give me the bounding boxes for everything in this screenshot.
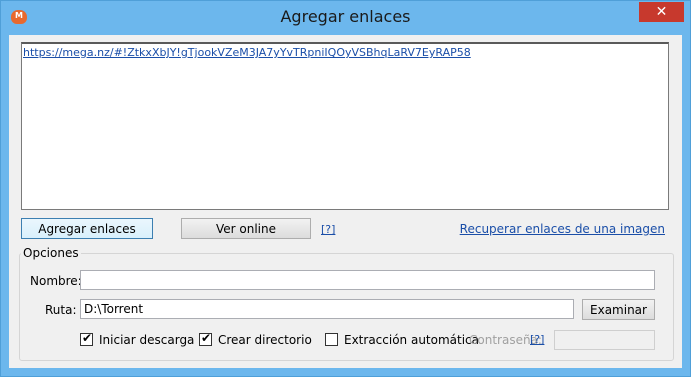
password-help-link[interactable]: [?] [530,333,544,346]
window-title: Agregar enlaces [280,7,411,26]
name-label: Nombre: [30,274,82,288]
create-directory-checkbox[interactable]: ✔ [199,331,212,346]
auto-extract-label: Extracción automática [344,333,480,347]
auto-extract-checkbox[interactable] [325,333,338,346]
create-directory-label: Crear directorio [218,333,312,347]
help-link[interactable]: [?] [321,223,335,236]
dialog-body: https://mega.nz/#!ZtkxXbJY!gTjookVZeM3JA… [9,35,682,368]
start-download-checkbox[interactable]: ✔ [80,331,93,346]
close-icon: ✕ [655,4,668,20]
password-field[interactable] [554,330,655,350]
links-textarea[interactable]: https://mega.nz/#!ZtkxXbJY!gTjookVZeM3JA… [21,42,669,210]
path-label: Ruta: [45,303,77,317]
mega-link[interactable]: https://mega.nz/#!ZtkxXbJY!gTjookVZeM3JA… [23,46,471,59]
title-bar[interactable]: M Agregar enlaces ✕ [1,1,690,35]
name-field[interactable] [80,270,655,290]
view-online-button[interactable]: Ver online [181,218,311,239]
add-links-window: M Agregar enlaces ✕ https://mega.nz/#!Zt… [0,0,691,377]
path-field[interactable]: D:\Torrent [80,299,574,319]
options-group-title: Opciones [21,246,81,260]
add-links-button[interactable]: Agregar enlaces [21,218,153,239]
close-button[interactable]: ✕ [639,2,684,22]
browse-button[interactable]: Examinar [582,299,655,320]
recover-links-from-image-link[interactable]: Recuperar enlaces de una imagen [460,222,665,236]
checkmark-icon: ✔ [82,331,93,345]
checkmark-icon: ✔ [201,331,212,345]
start-download-label: Iniciar descarga [99,333,195,347]
